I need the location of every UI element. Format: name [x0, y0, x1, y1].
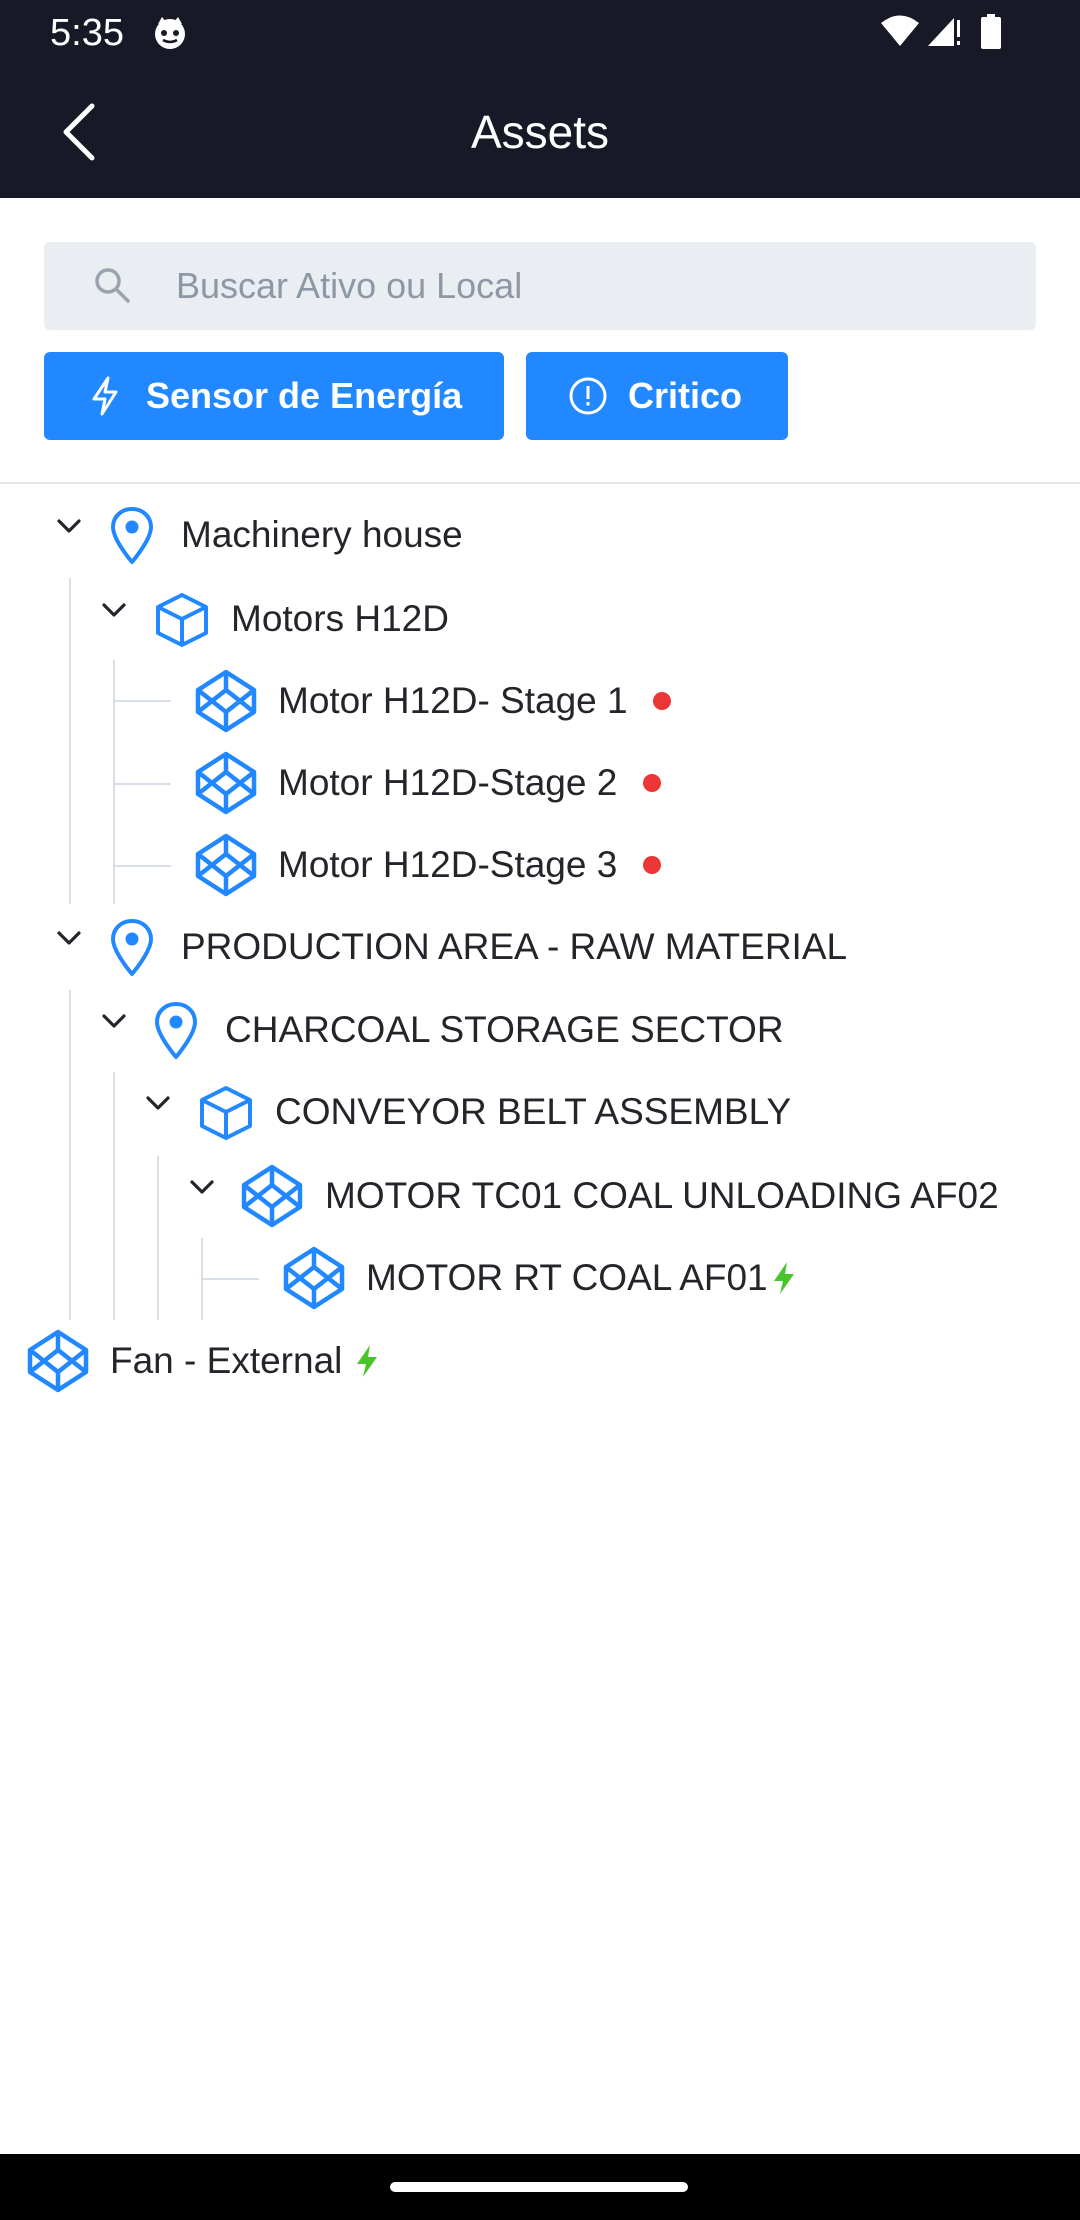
alert-circle-icon	[568, 376, 608, 425]
divider	[0, 482, 1080, 484]
tree-item-label: PRODUCTION AREA - RAW MATERIAL	[181, 926, 848, 967]
chevron-down-icon[interactable]	[56, 928, 82, 948]
tree-item-label: Motor H12D- Stage 1	[278, 680, 628, 721]
component-icon	[240, 1164, 304, 1228]
chevron-down-icon[interactable]	[101, 600, 127, 620]
cube-icon	[154, 592, 210, 648]
page-title: Assets	[470, 106, 610, 158]
component-icon	[282, 1246, 346, 1310]
cube-icon	[198, 1085, 254, 1141]
location-pin-icon	[154, 1001, 198, 1061]
critical-status-dot	[643, 856, 661, 874]
location-pin-icon	[110, 918, 154, 978]
component-icon	[194, 669, 258, 733]
tree-item-label: Motors H12D	[231, 598, 449, 639]
tree-item-production-area[interactable]: PRODUCTION AREA - RAW MATERIAL	[0, 906, 1080, 988]
tree-item-conveyor-belt[interactable]: CONVEYOR BELT ASSEMBLY	[0, 1071, 1080, 1153]
critical-filter-label: Critico	[628, 375, 743, 416]
tree-item-label: Machinery house	[181, 514, 463, 555]
energy-sensor-filter-label: Sensor de Energía	[146, 375, 463, 416]
system-nav-bar	[0, 2154, 1080, 2220]
signal-icon	[926, 14, 962, 53]
tree-item-motor-rt[interactable]: MOTOR RT COAL AF01	[0, 1237, 1080, 1319]
chevron-down-icon[interactable]	[56, 516, 82, 536]
app-bar: Assets	[0, 66, 1080, 198]
search-input[interactable]: Buscar Ativo ou Local	[44, 242, 1036, 330]
tree-item-label: Fan - External	[110, 1340, 343, 1381]
energy-bolt-icon	[772, 1261, 796, 1295]
tree-item-label: CONVEYOR BELT ASSEMBLY	[275, 1091, 792, 1132]
wifi-icon	[880, 14, 920, 53]
chevron-down-icon[interactable]	[145, 1093, 171, 1113]
tree-item-fan-external[interactable]: Fan - External	[0, 1320, 1080, 1402]
status-bar: 5:35	[0, 0, 1080, 66]
tree-item-label: Motor H12D-Stage 2	[278, 762, 618, 803]
search-placeholder: Buscar Ativo ou Local	[176, 265, 523, 306]
tree-item-label: CHARCOAL STORAGE SECTOR	[225, 1009, 784, 1050]
critical-status-dot	[643, 774, 661, 792]
energy-bolt-icon	[355, 1344, 379, 1378]
tree-item-motor-stage-2[interactable]: Motor H12D-Stage 2	[0, 742, 1080, 824]
component-icon	[26, 1329, 90, 1393]
critical-filter-button[interactable]: Critico	[526, 352, 788, 440]
tree-item-machinery-house[interactable]: Machinery house	[0, 494, 1080, 576]
tree-item-motor-stage-1[interactable]: Motor H12D- Stage 1	[0, 660, 1080, 742]
chevron-down-icon[interactable]	[189, 1177, 215, 1197]
lightning-icon	[90, 376, 120, 425]
chevron-down-icon[interactable]	[101, 1011, 127, 1031]
energy-sensor-filter-button[interactable]: Sensor de Energía	[44, 352, 504, 440]
battery-icon	[980, 14, 1002, 55]
search-icon	[92, 265, 132, 310]
tree-item-label: MOTOR RT COAL AF01	[366, 1257, 768, 1298]
tree-item-charcoal-storage[interactable]: CHARCOAL STORAGE SECTOR	[0, 989, 1080, 1071]
tree-item-motor-tc01[interactable]: MOTOR TC01 COAL UNLOADING AF02	[0, 1155, 1080, 1237]
location-pin-icon	[110, 506, 154, 566]
tree-item-label: Motor H12D-Stage 3	[278, 844, 618, 885]
component-icon	[194, 833, 258, 897]
notification-app-icon	[152, 16, 188, 55]
tree-item-motor-stage-3[interactable]: Motor H12D-Stage 3	[0, 824, 1080, 906]
status-time: 5:35	[50, 12, 124, 54]
tree-item-label: MOTOR TC01 COAL UNLOADING AF02	[325, 1175, 999, 1216]
critical-status-dot	[653, 692, 671, 710]
home-gesture-handle[interactable]	[390, 2182, 688, 2192]
component-icon	[194, 751, 258, 815]
tree-item-motors-h12d[interactable]: Motors H12D	[0, 578, 1080, 660]
